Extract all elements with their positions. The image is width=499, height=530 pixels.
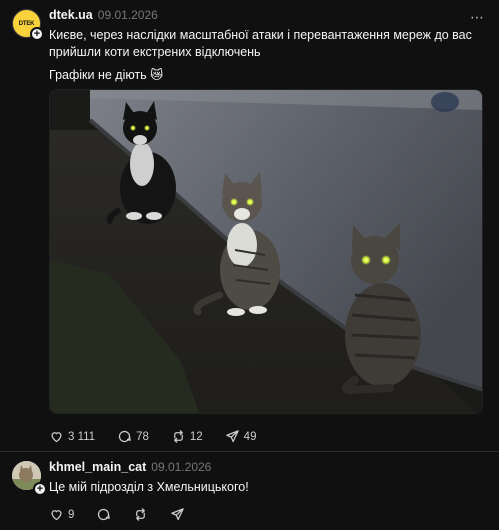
repost-icon bbox=[174, 430, 183, 443]
follow-plus-icon[interactable]: + bbox=[30, 27, 44, 41]
post-image[interactable] bbox=[49, 89, 483, 414]
comment-icon bbox=[98, 508, 111, 521]
post-header: khmel_main_cat 09.01.2026 bbox=[49, 460, 211, 474]
post-text-secondary: Графіки не діють 😿 bbox=[49, 68, 164, 82]
username[interactable]: dtek.ua bbox=[49, 8, 93, 22]
share-button[interactable] bbox=[170, 507, 185, 522]
post-text: Це мій підрозділ з Хмельницького! bbox=[49, 480, 249, 494]
like-button[interactable]: 9 bbox=[49, 507, 74, 522]
send-icon bbox=[171, 508, 185, 521]
post-date: 09.01.2026 bbox=[151, 460, 212, 474]
post-header: dtek.ua 09.01.2026 bbox=[49, 8, 158, 22]
comment-button[interactable]: 78 bbox=[117, 429, 149, 444]
cats-at-night-image bbox=[50, 90, 482, 413]
comment-button[interactable] bbox=[96, 507, 111, 522]
post-actions: 3 111 78 12 49 bbox=[49, 429, 278, 444]
post-reply: + khmel_main_cat 09.01.2026 Це мій підро… bbox=[0, 452, 499, 530]
avatar[interactable]: DTEK + bbox=[12, 9, 44, 41]
comment-count: 78 bbox=[136, 430, 149, 443]
like-button[interactable]: 3 111 bbox=[49, 429, 95, 444]
more-options-icon[interactable]: ⋯ bbox=[470, 9, 485, 26]
like-count: 3 111 bbox=[68, 430, 96, 443]
post-date: 09.01.2026 bbox=[97, 8, 158, 22]
post-dtek: DTEK + dtek.ua 09.01.2026 ⋯ Києве, через… bbox=[0, 0, 499, 452]
repost-button[interactable] bbox=[133, 507, 148, 522]
follow-plus-icon[interactable]: + bbox=[33, 482, 47, 496]
username[interactable]: khmel_main_cat bbox=[49, 460, 146, 474]
heart-icon bbox=[51, 510, 62, 521]
repost-button[interactable]: 12 bbox=[171, 429, 203, 444]
like-count: 9 bbox=[68, 508, 75, 521]
repost-icon bbox=[136, 508, 146, 521]
heart-icon bbox=[51, 432, 62, 443]
post-text: Києве, через наслідки масштабної атаки і… bbox=[49, 28, 472, 59]
comment-icon bbox=[118, 430, 131, 443]
send-icon bbox=[225, 430, 239, 443]
share-button[interactable]: 49 bbox=[225, 429, 257, 444]
repost-count: 12 bbox=[189, 430, 203, 443]
share-count: 49 bbox=[243, 430, 257, 443]
post-actions: 9 bbox=[49, 507, 207, 522]
